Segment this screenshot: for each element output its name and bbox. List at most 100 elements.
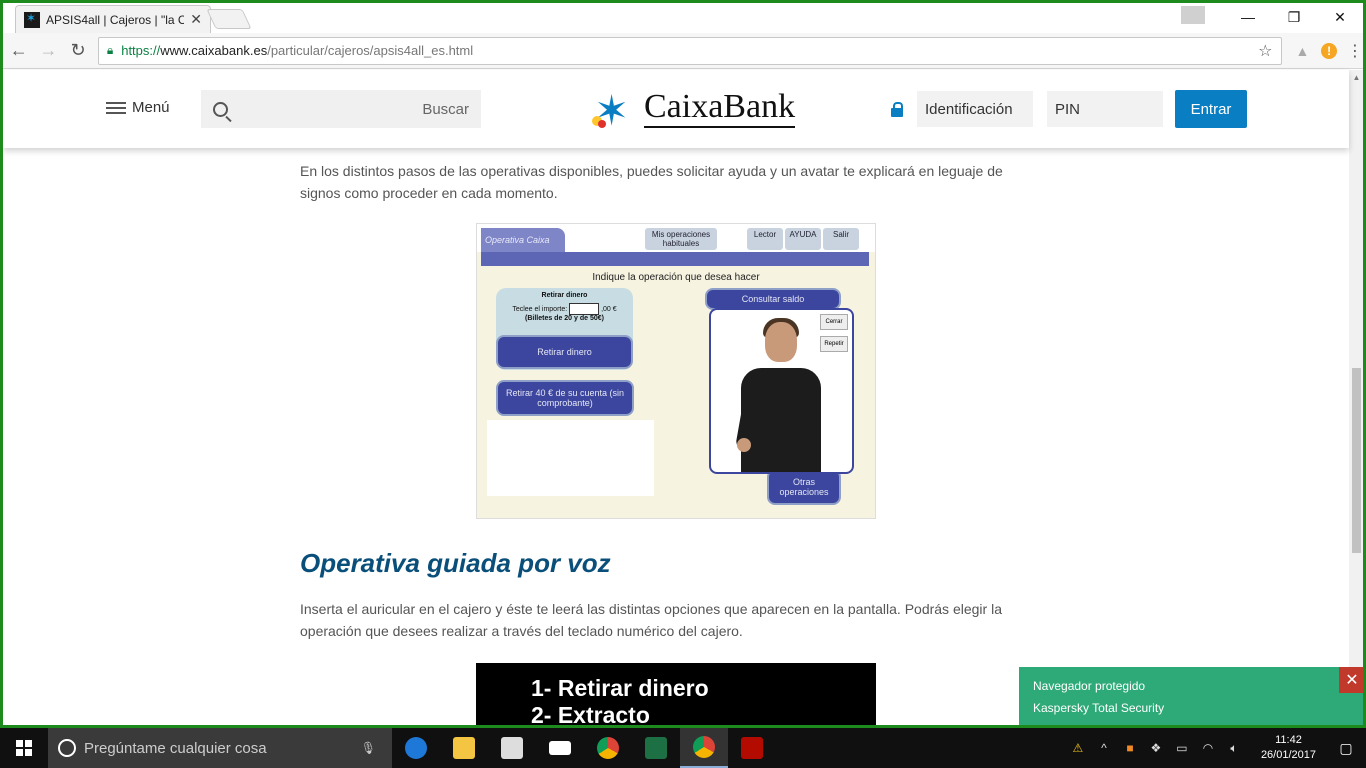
atm-importe-suffix: ,00 € [601, 305, 617, 313]
scrollbar-thumb[interactable] [1352, 368, 1361, 553]
url-protocol: https:// [121, 43, 161, 58]
browser-window: APSIS4all | Cajeros | "la C ✕ — ❐ ✕ ← → … [0, 0, 1366, 728]
volume-icon[interactable]: 🔈︎ [1225, 740, 1243, 756]
enter-button[interactable]: Entrar [1175, 90, 1247, 128]
atm-billetes-note: (Billetes de 20 y de 50€) [525, 315, 604, 322]
tab-strip: APSIS4all | Cajeros | "la C ✕ — ❐ ✕ [3, 3, 1363, 33]
atm-title: Indique la operación que desea hacer [592, 272, 760, 283]
window-controls: — ❐ ✕ [1181, 3, 1363, 31]
cortana-icon [58, 739, 76, 757]
windows-logo-icon [16, 740, 32, 756]
back-arrow-icon[interactable]: ← [5, 37, 33, 65]
tab-title: APSIS4all | Cajeros | "la C [46, 12, 185, 27]
identification-field[interactable]: Identificación [917, 91, 1033, 127]
notification-title: Navegador protegido [1033, 679, 1146, 693]
atm-otras-button: Otras operaciones [767, 469, 841, 505]
intro-paragraph: En los distintos pasos de las operativas… [300, 163, 1003, 201]
excel-icon [645, 737, 667, 759]
page-scrollbar[interactable]: ▲ ▼ [1349, 70, 1363, 725]
atm-mis-operaciones: Mis operaciones habituales [645, 228, 717, 250]
warning-icon[interactable]: ! [1321, 42, 1337, 59]
dropbox-icon[interactable]: ❖ [1147, 740, 1165, 756]
forward-arrow-icon[interactable]: → [35, 37, 63, 65]
menu-button[interactable]: Menú [106, 99, 170, 116]
cortana-search[interactable]: Pregúntame cualquier cosa 🎙︎ [48, 728, 392, 768]
taskbar-excel[interactable] [632, 728, 680, 768]
taskbar-chrome-2[interactable] [680, 728, 728, 768]
new-tab-button[interactable] [206, 9, 252, 29]
cortana-placeholder: Pregúntame cualquier cosa [84, 739, 267, 757]
login-form: Identificación PIN Entrar [891, 90, 1247, 128]
folder-icon [453, 737, 475, 759]
taskbar-store[interactable] [488, 728, 536, 768]
caixabank-logo[interactable]: ✶ CaixaBank [586, 86, 796, 134]
store-icon [501, 737, 523, 759]
chevron-up-icon[interactable]: ^ [1095, 740, 1113, 756]
search-icon [213, 101, 228, 117]
atm-teclee-label: Teclee el importe: [512, 305, 568, 313]
atm-salir: Salir [823, 228, 859, 250]
menu-label: Menú [132, 99, 170, 116]
minimize-button[interactable]: — [1225, 3, 1271, 31]
chrome-icon [597, 737, 619, 759]
atm-lector: Lector [747, 228, 783, 250]
atm-retirar40-button: Retirar 40 € de su cuenta (sin comproban… [496, 380, 634, 416]
notification-subtitle: Kaspersky Total Security [1033, 701, 1165, 715]
atm-consultar-button: Consultar saldo [705, 288, 841, 310]
caixabank-star-icon: ✶ [592, 87, 630, 134]
browser-menu-icon[interactable]: ⋮ [1347, 41, 1363, 61]
acrobat-icon [741, 737, 763, 759]
atm-blank-area [487, 420, 654, 496]
start-button[interactable] [0, 728, 48, 768]
atm-retirar-button: Retirar dinero [496, 335, 633, 369]
clock[interactable]: 11:42 26/01/2017 [1261, 733, 1316, 763]
warning-tray-icon[interactable]: ⚠ [1069, 740, 1087, 756]
bookmark-star-icon[interactable]: ☆ [1258, 41, 1272, 61]
battery-icon[interactable]: ▭ [1173, 740, 1191, 756]
chrome-icon [693, 736, 715, 758]
url-path: /particular/cajeros/apsis4all_es.html [267, 43, 474, 58]
browser-tab[interactable]: APSIS4all | Cajeros | "la C ✕ [15, 5, 211, 33]
close-window-button[interactable]: ✕ [1317, 3, 1363, 31]
tab-close-icon[interactable]: ✕ [190, 11, 202, 28]
microphone-icon[interactable]: 🎙︎ [361, 741, 376, 755]
voice-paragraph: Inserta el auricular en el cajero y éste… [300, 601, 1002, 639]
notification-close-icon[interactable]: ✕ [1339, 667, 1363, 693]
section-heading: Operativa guiada por voz [300, 548, 611, 578]
atm-screen-image: Operativa Caixa Mis operaciones habitual… [476, 223, 876, 519]
kaspersky-notification[interactable]: Navegador protegido Kaspersky Total Secu… [1019, 667, 1363, 725]
taskbar-edge[interactable] [392, 728, 440, 768]
atm-repetir: Repetir [820, 336, 848, 352]
url-host: www.caixabank.es [160, 43, 268, 58]
wifi-icon[interactable]: ◠ [1199, 740, 1217, 756]
address-bar[interactable]: 🔒︎ https:// www.caixabank.es /particular… [97, 36, 1282, 65]
atm-voice-menu-image: 1- Retirar dinero 2- Extracto [476, 663, 876, 725]
system-tray: ⚠ ^ ■ ❖ ▭ ◠ 🔈︎ 11:42 26/01/2017 ▢ [1065, 728, 1366, 768]
scroll-up-icon[interactable]: ▲ [1352, 74, 1361, 82]
taskbar-acrobat[interactable] [728, 728, 776, 768]
notifications-icon[interactable]: ▢ [1326, 740, 1366, 757]
taskbar-chrome-1[interactable] [584, 728, 632, 768]
atm-retirar-title: Retirar dinero [541, 292, 588, 299]
voice-option-1: 1- Retirar dinero [531, 675, 709, 701]
atm-cerrar: Cerrar [820, 314, 848, 330]
clock-date: 26/01/2017 [1260, 749, 1316, 761]
restore-button[interactable]: ❐ [1271, 3, 1317, 31]
secure-lock-icon: 🔒︎ [106, 43, 114, 57]
hamburger-icon [106, 101, 126, 114]
extension-icon[interactable]: ▲ [1292, 40, 1314, 62]
app-tray-icon[interactable]: ■ [1121, 740, 1139, 756]
caixabank-favicon-icon [24, 11, 40, 28]
logo-text: CaixaBank [644, 88, 796, 128]
edge-icon [405, 737, 427, 759]
page-content: En los distintos pasos de las operativas… [3, 148, 1349, 725]
search-label: Buscar [422, 100, 469, 118]
profile-icon[interactable] [1181, 6, 1205, 24]
taskbar-explorer[interactable] [440, 728, 488, 768]
taskbar-mail[interactable] [536, 728, 584, 768]
mail-icon [549, 741, 571, 755]
reload-icon[interactable]: ↻ [64, 37, 92, 65]
padlock-icon [891, 102, 903, 117]
search-input[interactable]: Buscar [201, 90, 481, 128]
pin-field[interactable]: PIN [1047, 91, 1163, 127]
